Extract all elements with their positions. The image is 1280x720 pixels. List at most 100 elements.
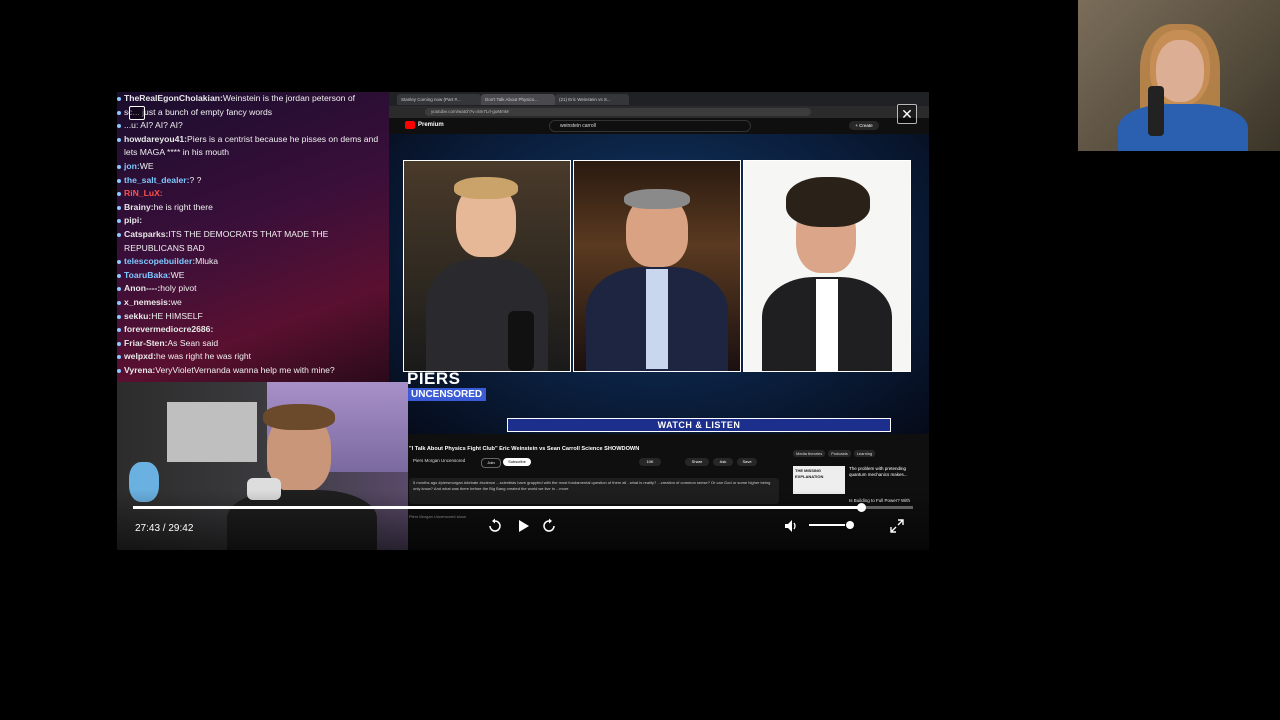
browser-address-bar: youtube.com/watch?v=5m7Lrl-guMmM (389, 106, 929, 118)
recommendation-title[interactable]: The problem with pretending quantum mech… (849, 466, 913, 478)
youtube-header: Premium weinstein carroll + Create (389, 118, 929, 134)
chat-message: RiN_LuX: (117, 187, 389, 201)
youtube-search-input[interactable]: weinstein carroll (549, 120, 751, 132)
chat-text: WE (139, 160, 154, 171)
volume-slider[interactable] (809, 524, 845, 526)
chat-text: Weinstein is the jordan peterson of (222, 93, 356, 103)
person-hair (786, 177, 870, 227)
rewind-10-icon[interactable] (487, 518, 503, 534)
time-display: 27:43 / 29:42 (135, 523, 194, 534)
chat-text: ? ? (189, 174, 202, 185)
channel-name[interactable]: Piers Morgan Uncensored (413, 458, 465, 463)
chip[interactable]: Media theories (793, 450, 826, 457)
video-title: "I Talk About Physics Fight Club" Eric W… (409, 446, 640, 452)
guest-panel-left (403, 160, 571, 372)
chat-username[interactable]: the_salt_dealer: (124, 175, 189, 185)
chat-message: ToaruBaka:WE (117, 269, 389, 283)
chat-message: sc... just a bunch of empty fancy words (117, 106, 389, 120)
chat-message: forevermediocre2686: (117, 323, 389, 337)
volume-handle[interactable] (846, 521, 854, 529)
close-icon[interactable]: ✕ (897, 104, 917, 124)
chat-username[interactable]: x_nemesis: (124, 297, 171, 307)
youtube-brand-label: Premium (418, 122, 444, 128)
volume-icon[interactable] (783, 518, 799, 534)
chat-text: holy pivot (160, 283, 197, 294)
share-button[interactable]: Share (685, 458, 709, 466)
chat-message: TheRealEgonCholakian:Weinstein is the jo… (117, 92, 389, 106)
microphone-icon (1148, 86, 1164, 136)
chat-username[interactable]: telescopebuilder: (124, 256, 195, 266)
chat-message: pipi: (117, 214, 389, 228)
person-hair (454, 177, 518, 199)
chat-text: WE (170, 269, 185, 280)
chat-text: ...u: AI? AI? AI? (124, 120, 183, 131)
person-hair (624, 189, 690, 209)
join-button[interactable]: Join (481, 458, 501, 468)
ask-button[interactable]: Ask (713, 458, 733, 466)
play-icon[interactable] (515, 518, 531, 534)
person-shirt (1118, 104, 1248, 151)
like-button[interactable]: 10K (639, 458, 661, 466)
facecam-overlay (1078, 0, 1280, 151)
show-logo-badge: UNCENSORED (407, 388, 487, 401)
picture-in-picture-icon[interactable] (129, 106, 145, 120)
browser-window: Stanley Coming now (Part #... Don't Talk… (389, 92, 929, 550)
chat-username[interactable]: howdareyou41: (124, 134, 187, 144)
chat-text: sc... just a bunch of empty fancy words (124, 106, 273, 117)
guest-panel-right (743, 160, 911, 372)
chat-username[interactable]: Friar-Sten: (124, 338, 167, 348)
forward-10-icon[interactable] (541, 518, 557, 534)
subscribe-button[interactable]: Subscribe (503, 458, 531, 466)
chat-username[interactable]: Catsparks: (124, 229, 168, 239)
recommendation-chips: Media theories Podcasts Learning (793, 450, 878, 457)
progress-fill (133, 506, 861, 509)
progress-handle[interactable] (856, 503, 866, 512)
chip[interactable]: Podcasts (828, 450, 851, 457)
wall-panel (167, 402, 257, 462)
browser-tab[interactable]: Stanley Coming now (Part #... (397, 94, 481, 105)
chat-message: the_salt_dealer:? ? (117, 174, 389, 188)
chat-username[interactable]: Anon----: (124, 283, 160, 293)
chat-text: Mluka (195, 256, 219, 267)
chat-message: jon:WE (117, 160, 389, 174)
chat-text: As Sean said (167, 337, 219, 348)
watch-listen-banner: WATCH & LISTEN (507, 418, 891, 432)
chat-message-list: TheRealEgonCholakian:Weinstein is the jo… (117, 92, 389, 377)
chat-message: howdareyou41:Piers is a centrist because… (117, 133, 389, 160)
fullscreen-icon[interactable] (889, 518, 905, 534)
chat-username[interactable]: Vyrena: (124, 365, 155, 375)
chat-username[interactable]: RiN_LuX: (124, 188, 163, 198)
progress-bar[interactable] (133, 503, 913, 512)
chat-text: we (170, 296, 182, 307)
chat-text: he was right he was right (156, 351, 252, 362)
youtube-video-area[interactable]: PIERS MORGAN UNCENSORED WATCH & LISTEN (389, 134, 929, 434)
chat-message: Anon----:holy pivot (117, 282, 389, 296)
video-player[interactable]: TheRealEgonCholakian:Weinstein is the jo… (117, 92, 929, 550)
browser-tab-bar: Stanley Coming now (Part #... Don't Talk… (389, 92, 929, 106)
chat-username[interactable]: Brainy: (124, 202, 154, 212)
browser-tab[interactable]: (21) Eric Weinstein vs S... (555, 94, 629, 105)
chip[interactable]: Learning (853, 450, 876, 457)
chat-text: VeryVioletVernanda wanna help me with mi… (155, 364, 335, 375)
chat-message: Vyrena:VeryVioletVernanda wanna help me … (117, 364, 389, 378)
url-field[interactable]: youtube.com/watch?v=5m7Lrl-guMmM (425, 108, 811, 116)
browser-tab-active[interactable]: Don't Talk About Physics... (481, 94, 555, 105)
streamer-hair (263, 404, 335, 430)
chat-username[interactable]: pipi: (124, 215, 142, 225)
chat-username[interactable]: sekku: (124, 311, 151, 321)
chat-message: Friar-Sten:As Sean said (117, 337, 389, 351)
shirt (816, 279, 838, 371)
chat-username[interactable]: ToaruBaka: (124, 270, 171, 280)
chat-panel: TheRealEgonCholakian:Weinstein is the jo… (117, 92, 389, 382)
chat-message: sekku:HE HIMSELF (117, 310, 389, 324)
chat-username[interactable]: TheRealEgonCholakian: (124, 93, 223, 103)
microphone-icon (508, 311, 534, 371)
chat-username[interactable]: jon: (124, 161, 140, 171)
chat-username[interactable]: welpxd: (124, 351, 156, 361)
chat-username[interactable]: forevermediocre2686: (124, 324, 213, 334)
youtube-logo-icon[interactable] (405, 121, 415, 129)
create-button[interactable]: + Create (849, 121, 879, 130)
shirt (646, 269, 668, 369)
save-button[interactable]: Save (737, 458, 757, 466)
chat-text: HE HIMSELF (151, 310, 203, 321)
